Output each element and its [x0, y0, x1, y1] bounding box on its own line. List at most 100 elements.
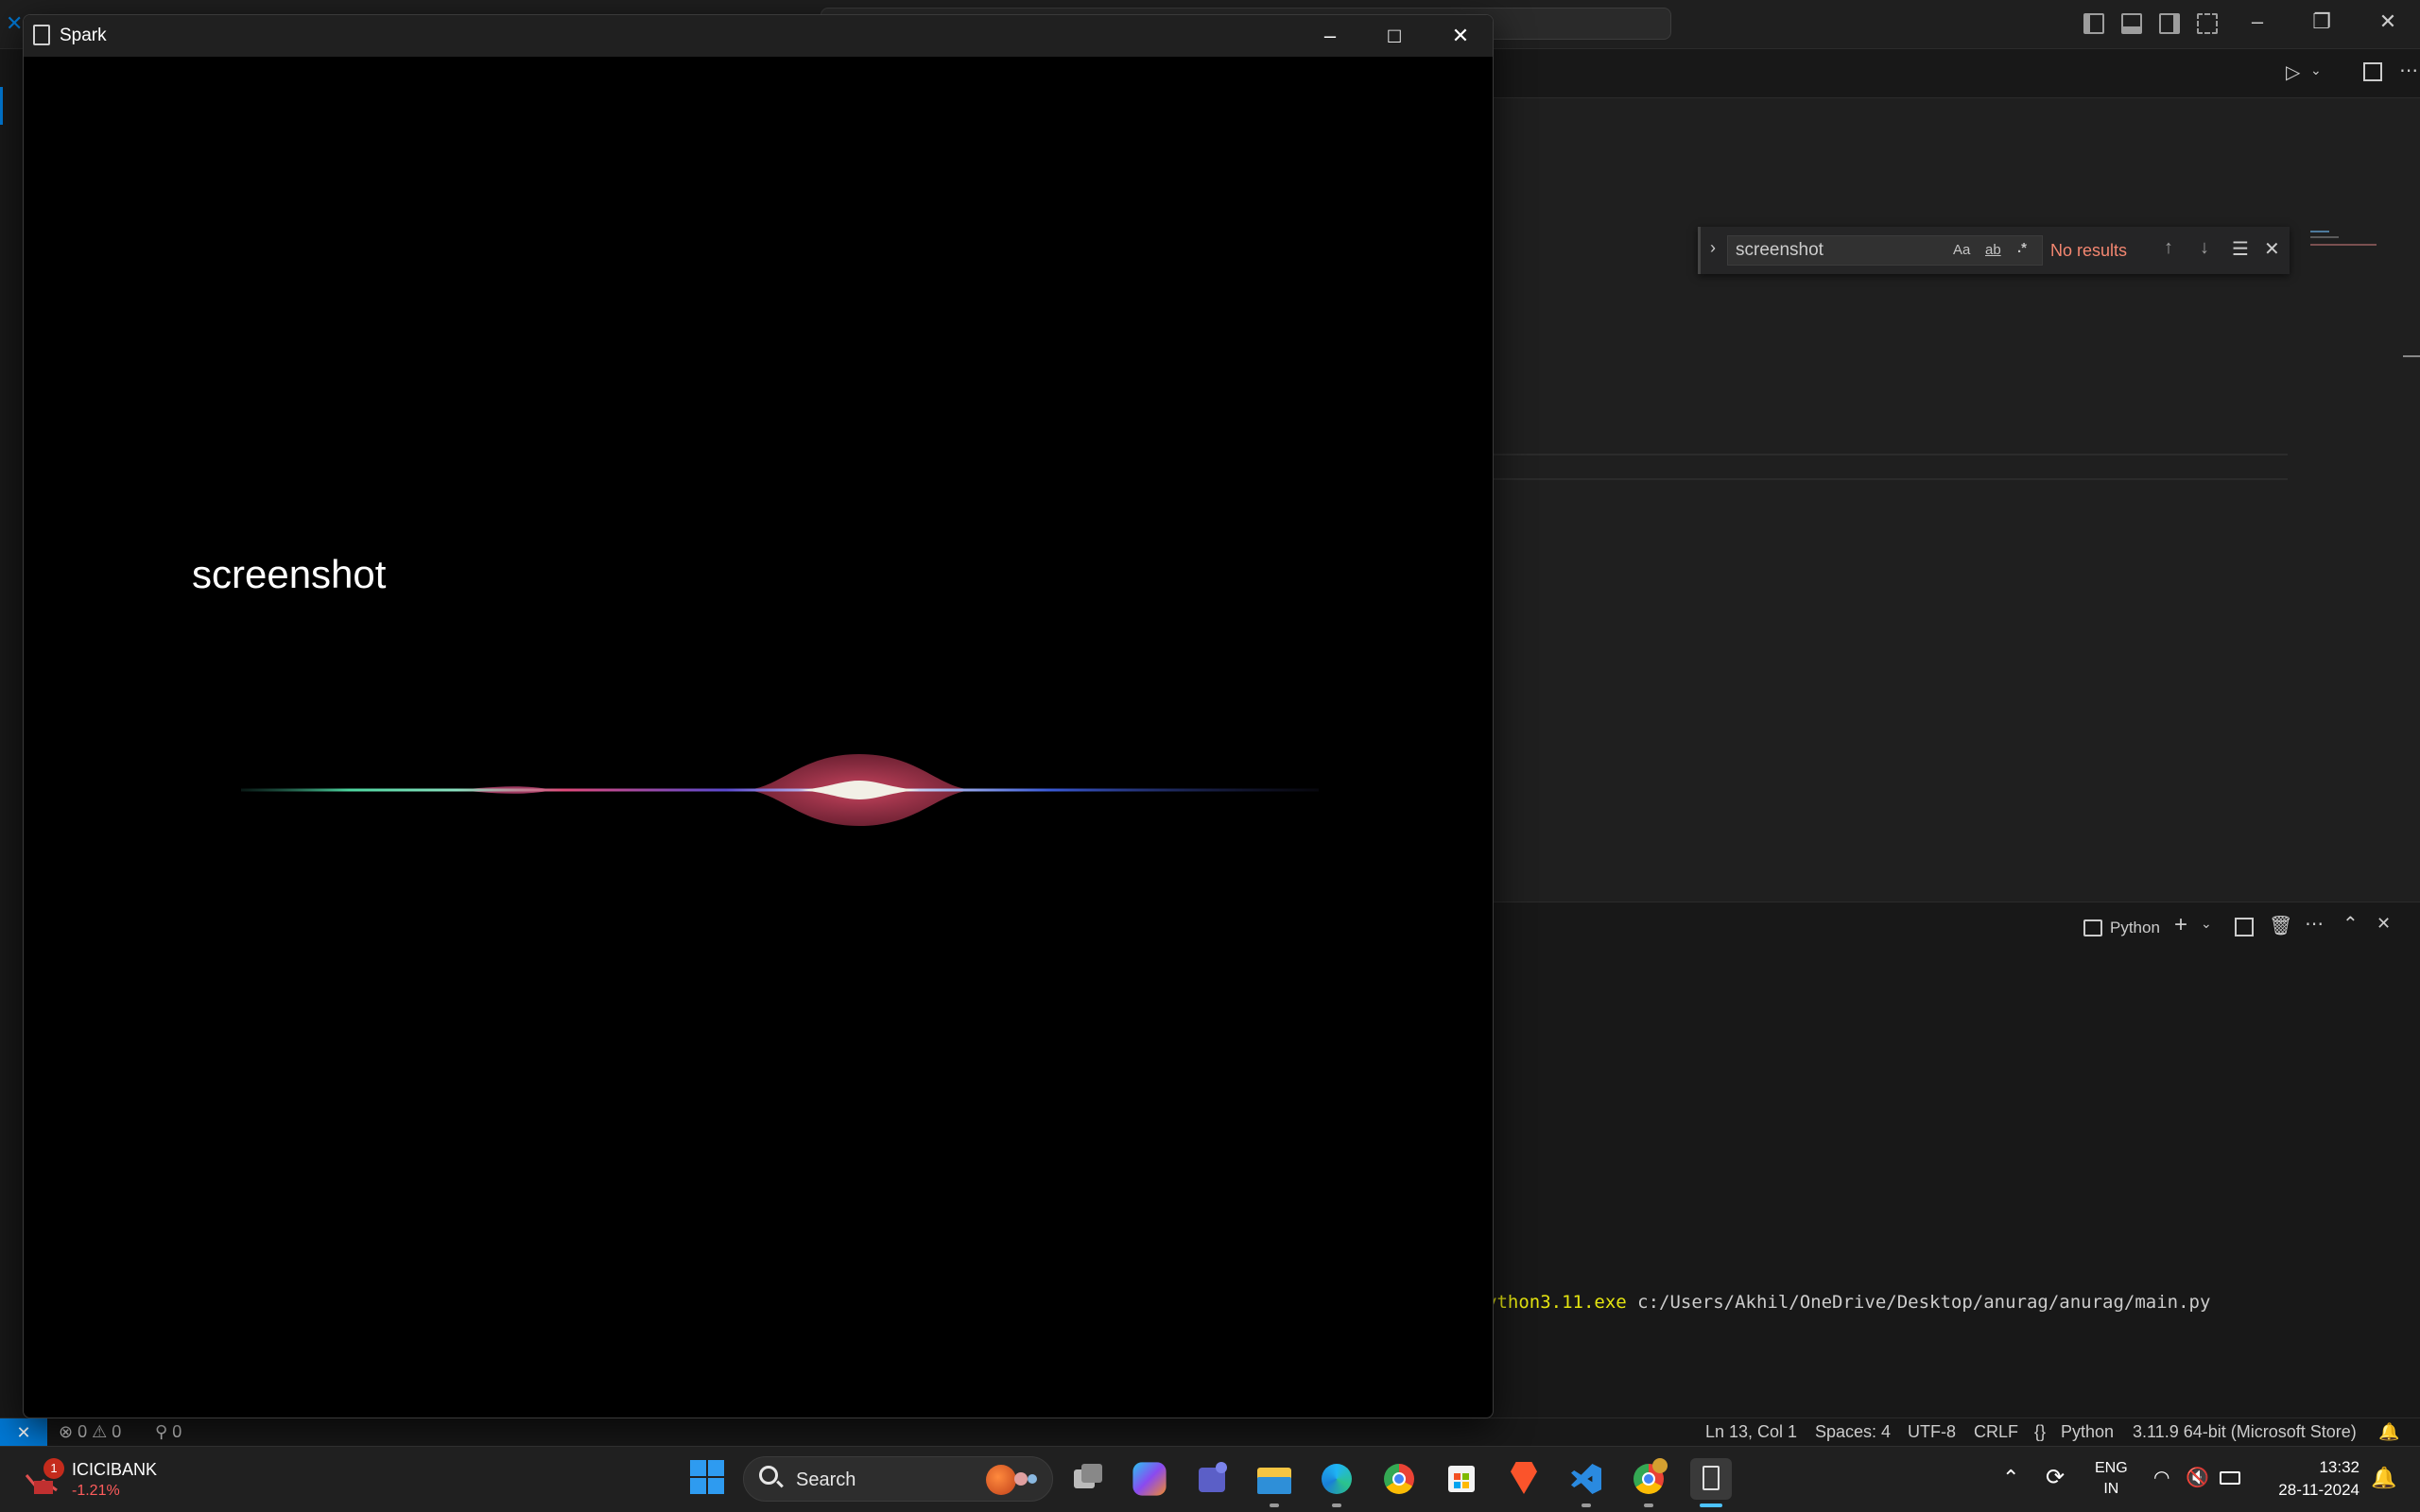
- next-match-icon[interactable]: ↓: [2200, 237, 2209, 259]
- run-python-file-icon[interactable]: ▷: [2286, 60, 2300, 84]
- spark-taskbar-icon[interactable]: [1690, 1458, 1732, 1500]
- use-regex-toggle[interactable]: .*: [2017, 240, 2027, 256]
- edge-shape: [1322, 1464, 1352, 1494]
- close-find-icon[interactable]: ✕: [2264, 237, 2280, 261]
- indentation-status[interactable]: Spaces: 4: [1815, 1422, 1891, 1442]
- editor-more-actions-icon[interactable]: ⋯: [2399, 59, 2418, 82]
- spark-minimize-icon[interactable]: –: [1302, 21, 1358, 51]
- microsoft-store-icon[interactable]: [1441, 1458, 1482, 1500]
- teams-icon[interactable]: [1191, 1458, 1233, 1500]
- encoding-status[interactable]: UTF-8: [1908, 1422, 1956, 1442]
- sync-icon[interactable]: ⟳: [2046, 1464, 2065, 1491]
- vscode-shape: [1571, 1464, 1601, 1494]
- vscode-taskbar-icon[interactable]: [1565, 1458, 1607, 1500]
- language-mode[interactable]: Python: [2061, 1422, 2114, 1442]
- ports-icon: ⚲: [155, 1422, 168, 1441]
- task-view-icon[interactable]: [1066, 1458, 1108, 1500]
- voice-waveform: [241, 754, 1319, 826]
- python-interpreter[interactable]: 3.11.9 64-bit (Microsoft Store): [2133, 1422, 2357, 1442]
- toggle-primary-sidebar-icon[interactable]: [2083, 13, 2104, 34]
- terminal-icon: [2083, 919, 2102, 936]
- edge-icon[interactable]: [1316, 1458, 1357, 1500]
- input-language[interactable]: ENG IN: [2095, 1458, 2128, 1500]
- spark-maximize-icon[interactable]: □: [1366, 21, 1423, 51]
- terminal-dropdown-icon[interactable]: ⌄: [2201, 916, 2212, 932]
- find-input[interactable]: screenshot Aa ab .*: [1727, 235, 2043, 266]
- spark-window: Spark – □ ✕ screenshot: [23, 14, 1494, 1418]
- volume-muted-icon[interactable]: 🔇: [2186, 1466, 2209, 1489]
- new-terminal-icon[interactable]: +: [2174, 912, 2187, 938]
- active-app-indicator: [1700, 1503, 1722, 1507]
- battery-icon[interactable]: [2220, 1471, 2240, 1485]
- file-explorer-icon[interactable]: [1253, 1458, 1295, 1500]
- problems-status[interactable]: ⊗ 0 ⚠ 0: [59, 1422, 121, 1442]
- terminal-profile-label[interactable]: Python: [2110, 919, 2160, 937]
- store-quad: [1454, 1482, 1461, 1488]
- maximize-panel-icon[interactable]: ⌃: [2342, 912, 2359, 936]
- toggle-panel-icon[interactable]: [2121, 13, 2142, 34]
- minimap-line: [2310, 244, 2377, 246]
- windows-taskbar: 1 ICICIBANK -1.21% Search ⌃ ⟳ ENG IN ◠ 🔇…: [0, 1446, 2420, 1512]
- activity-active-indicator: [0, 87, 3, 125]
- brave-shape: [1511, 1462, 1537, 1494]
- waveform-line: [241, 788, 1319, 792]
- toggle-secondary-sidebar-icon[interactable]: [2159, 13, 2180, 34]
- search-icon-handle: [776, 1480, 784, 1488]
- vscode-minimize-icon[interactable]: –: [2238, 9, 2276, 34]
- find-widget: › screenshot Aa ab .* No results ↑ ↓ ☰ ✕: [1698, 227, 2290, 274]
- notification-center-icon[interactable]: 🔔: [2371, 1466, 2396, 1490]
- system-clock[interactable]: 13:32 28-11-2024: [2265, 1456, 2360, 1502]
- clock-time: 13:32: [2319, 1458, 2360, 1476]
- show-hidden-icons-chevron[interactable]: ⌃: [2002, 1466, 2019, 1490]
- split-editor-icon[interactable]: [2363, 62, 2382, 81]
- minimap[interactable]: [2310, 227, 2395, 255]
- store-quad: [1454, 1473, 1461, 1480]
- find-in-selection-icon[interactable]: ☰: [2232, 237, 2249, 261]
- toggle-replace-chevron-icon[interactable]: ›: [1710, 238, 1716, 258]
- terminal-output-line[interactable]: ython3.11.exe c:/Users/Akhil/OneDrive/De…: [1486, 1292, 2210, 1313]
- stock-widget[interactable]: 1 ICICIBANK -1.21%: [25, 1454, 176, 1505]
- match-case-toggle[interactable]: Aa: [1953, 242, 1970, 258]
- copilot-icon[interactable]: [1132, 1462, 1167, 1496]
- stock-notification-badge: 1: [43, 1458, 64, 1479]
- chrome-icon[interactable]: [1378, 1458, 1420, 1500]
- running-indicator: [1644, 1503, 1653, 1507]
- split-terminal-icon[interactable]: [2235, 918, 2254, 936]
- eol-status[interactable]: CRLF: [1974, 1422, 2018, 1442]
- match-whole-word-toggle[interactable]: ab: [1985, 242, 2001, 258]
- close-panel-icon[interactable]: ✕: [2377, 914, 2391, 934]
- notifications-bell-icon[interactable]: 🔔: [2378, 1422, 2399, 1442]
- spark-titlebar[interactable]: Spark – □ ✕: [24, 15, 1493, 57]
- recognized-speech-text: screenshot: [192, 552, 387, 596]
- windows-logo-icon: [690, 1460, 706, 1476]
- vscode-restore-icon[interactable]: ❐: [2303, 9, 2341, 34]
- region-code: IN: [2103, 1481, 2119, 1497]
- run-dropdown-icon[interactable]: ⌄: [2310, 62, 2322, 78]
- spark-close-icon[interactable]: ✕: [1432, 21, 1489, 51]
- panel-more-actions-icon[interactable]: ⋯: [2305, 912, 2324, 936]
- ports-status[interactable]: ⚲ 0: [155, 1422, 182, 1442]
- customize-layout-icon[interactable]: [2197, 13, 2218, 34]
- windows-logo-quad: [708, 1478, 724, 1494]
- vscode-close-icon[interactable]: ✕: [2369, 9, 2407, 34]
- windows-logo-quad: [690, 1478, 706, 1494]
- wifi-icon[interactable]: ◠: [2153, 1466, 2169, 1489]
- previous-match-icon[interactable]: ↑: [2164, 237, 2173, 259]
- taskbar-search[interactable]: Search: [743, 1456, 1053, 1502]
- warning-count: 0: [112, 1422, 122, 1441]
- brave-icon[interactable]: [1503, 1458, 1545, 1500]
- search-highlight-orb: [1028, 1474, 1037, 1484]
- profile-badge: [1652, 1458, 1668, 1473]
- start-button[interactable]: [690, 1460, 726, 1496]
- search-label: Search: [796, 1469, 856, 1490]
- warning-icon: ⚠: [92, 1422, 108, 1441]
- store-quad: [1462, 1482, 1469, 1488]
- chrome-profile-icon[interactable]: [1628, 1458, 1669, 1500]
- cursor-position[interactable]: Ln 13, Col 1: [1705, 1422, 1797, 1442]
- error-count: 0: [78, 1422, 88, 1441]
- remote-indicator[interactable]: ✕: [0, 1418, 47, 1447]
- find-input-value: screenshot: [1736, 240, 1824, 260]
- status-bar: ✕ ⊗ 0 ⚠ 0 ⚲ 0 Ln 13, Col 1 Spaces: 4 UTF…: [0, 1418, 2420, 1447]
- kill-terminal-icon[interactable]: 🗑: [2269, 914, 2292, 937]
- editor-divider: [1494, 454, 2288, 455]
